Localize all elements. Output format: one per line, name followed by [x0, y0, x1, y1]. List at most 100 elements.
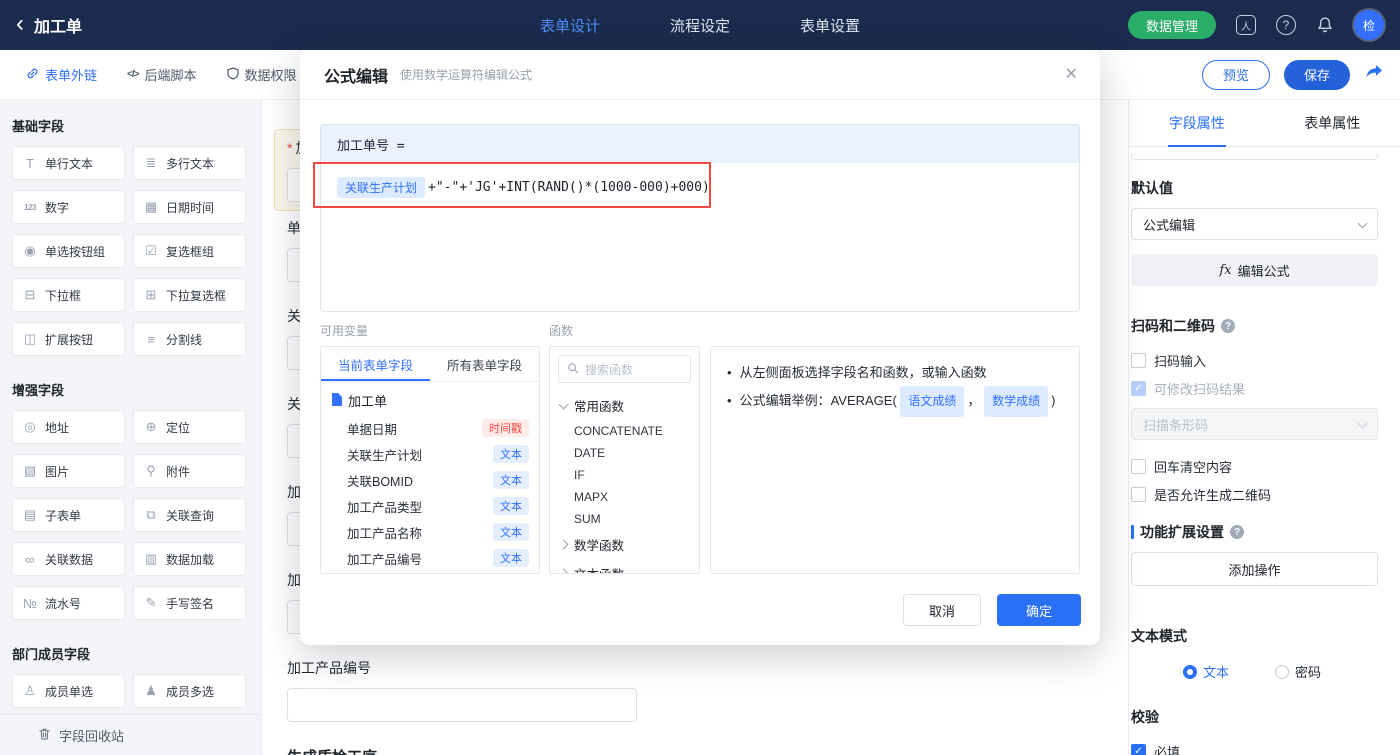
save-button[interactable]: 保存: [1283, 59, 1350, 90]
radio-text[interactable]: 文本: [1183, 662, 1229, 681]
variables-panel: 当前表单字段 所有表单字段 加工单 单据日期 时间戳 关联生产计划 文本 关联BOMID…: [320, 346, 540, 574]
tab-form-properties[interactable]: 表单属性: [1265, 100, 1400, 146]
field-chip[interactable]: 关联生产计划: [337, 177, 426, 198]
form-external-link[interactable]: 表单外链: [26, 65, 97, 84]
variable-item[interactable]: 加工产品名称 文本: [321, 519, 539, 545]
form-node[interactable]: 加工单: [321, 382, 539, 415]
sidebar-section-title: 部门成员字段: [12, 647, 91, 662]
sidebar-field-number[interactable]: 123 数字: [12, 190, 125, 224]
close-icon[interactable]: ✕: [1065, 64, 1078, 84]
share-icon[interactable]: [1364, 63, 1384, 86]
chevron-down-icon: [1357, 218, 1368, 228]
checkbox[interactable]: [1131, 458, 1146, 474]
extend-button-icon: ◫: [23, 331, 37, 346]
function-item[interactable]: CONCATENATE: [550, 420, 699, 442]
data-permission[interactable]: 数据权限: [226, 65, 297, 84]
variable-item[interactable]: 关联BOMID 文本: [321, 467, 539, 493]
cancel-button[interactable]: 取消: [903, 594, 981, 626]
help-line-2: 公式编辑举例：AVERAGE( 语文成绩， 数学成绩): [727, 386, 1063, 417]
add-action-button[interactable]: 添加操作: [1131, 552, 1378, 586]
formula-code: +"-"+'JG'+INT(RAND()*(1000-000)+000): [428, 180, 710, 195]
document-icon: [331, 392, 342, 409]
sidebar-field-member-multi[interactable]: ♟ 成员多选: [133, 674, 246, 708]
barcode-type-select[interactable]: 扫描条形码: [1131, 408, 1378, 440]
sidebar-field-serial-number[interactable]: № 流水号: [12, 586, 125, 620]
modal-title: 公式编辑: [324, 68, 389, 86]
tab-flow-settings[interactable]: 流程设定: [670, 15, 730, 36]
contacts-icon[interactable]: 人: [1236, 15, 1256, 35]
sidebar-field-member-single[interactable]: ♙ 成员单选: [12, 674, 125, 708]
sidebar-field-location[interactable]: ⊕ 定位: [133, 410, 246, 444]
confirm-button[interactable]: 确定: [997, 594, 1081, 626]
sidebar-field-linked-query[interactable]: ⧉ 关联查询: [133, 498, 246, 532]
sidebar-field-divider[interactable]: ≡ 分割线: [133, 322, 246, 356]
text-mode-title: 文本模式: [1131, 628, 1187, 644]
variable-item[interactable]: 单据日期 时间戳: [321, 415, 539, 441]
checkbox-row: 扫码输入: [1131, 346, 1378, 374]
checkbox[interactable]: [1131, 743, 1146, 755]
sidebar-field-data-load[interactable]: ▥ 数据加载: [133, 542, 246, 576]
sidebar-field-linked-data[interactable]: ∞ 关联数据: [12, 542, 125, 576]
sidebar-field-single-line-text[interactable]: T 单行文本: [12, 146, 125, 180]
function-group[interactable]: 常用函数: [550, 391, 699, 420]
tab-field-properties[interactable]: 字段属性: [1129, 100, 1265, 146]
sidebar-field-multi-line-text[interactable]: ≣ 多行文本: [133, 146, 246, 180]
canvas-field-row: 加工产品编号: [287, 658, 637, 722]
tab-all-form-fields[interactable]: 所有表单字段: [430, 347, 539, 381]
toolbar-left: 表单外链 </> 后端脚本 数据权限: [16, 65, 297, 84]
sidebar-field-checkbox-group[interactable]: ☑ 复选框组: [133, 234, 246, 268]
scan-section-title: 扫码和二维码 ?: [1131, 316, 1378, 336]
sidebar-field-datetime[interactable]: ▦ 日期时间: [133, 190, 246, 224]
variable-item[interactable]: 加工产品类型 文本: [321, 493, 539, 519]
data-manage-button[interactable]: 数据管理: [1127, 11, 1216, 39]
sidebar-field-dropdown[interactable]: ⊟ 下拉框: [12, 278, 125, 312]
back-icon[interactable]: ‹: [16, 11, 24, 36]
variable-item[interactable]: 加工产品编号 文本: [321, 545, 539, 571]
canvas-field-input[interactable]: [287, 688, 637, 722]
tab-current-form-fields[interactable]: 当前表单字段: [321, 347, 430, 381]
variable-item[interactable]: 关联生产计划 文本: [321, 441, 539, 467]
data-load-icon: ▥: [144, 551, 158, 566]
formula-content[interactable]: 关联生产计划 +"-"+'JG'+INT(RAND()*(1000-000)+00…: [321, 163, 1079, 212]
function-group[interactable]: 数学函数: [550, 530, 699, 559]
function-search-input[interactable]: 搜索函数: [558, 355, 691, 383]
radio-password[interactable]: 密码: [1275, 662, 1321, 681]
sidebar-field-subform[interactable]: ▤ 子表单: [12, 498, 125, 532]
sidebar-field-address[interactable]: ◎ 地址: [12, 410, 125, 444]
function-item[interactable]: DATE: [550, 442, 699, 464]
properties-body: 默认值 公式编辑 fx 编辑公式 扫码和二维码 ? 扫码输入可修改扫码结果 扫描…: [1129, 147, 1400, 755]
formula-editor-box[interactable]: 加工单号 = 关联生产计划 +"-"+'JG'+INT(RAND()*(1000-…: [320, 124, 1080, 312]
function-item[interactable]: MAPX: [550, 486, 699, 508]
app-title: 加工单: [34, 19, 83, 36]
preview-button[interactable]: 预览: [1201, 59, 1270, 90]
checkbox-group-icon: ☑: [145, 243, 157, 258]
sidebar-field-signature[interactable]: ✎ 手写签名: [133, 586, 246, 620]
checkbox[interactable]: [1131, 380, 1146, 396]
sidebar-field-radio-group[interactable]: ◉ 单选按钮组: [12, 234, 125, 268]
divider-icon: ≡: [147, 331, 155, 347]
question-icon[interactable]: ?: [1230, 525, 1244, 539]
tab-form-settings[interactable]: 表单设置: [800, 15, 860, 36]
default-value-select[interactable]: 公式编辑: [1131, 208, 1378, 240]
sidebar-field-extend-button[interactable]: ◫ 扩展按钮: [12, 322, 125, 356]
function-group[interactable]: 文本函数: [550, 559, 699, 573]
sidebar-field-image[interactable]: ▧ 图片: [12, 454, 125, 488]
member-single-icon: ♙: [24, 683, 36, 698]
avatar[interactable]: 检: [1354, 10, 1384, 40]
backend-script[interactable]: </> 后端脚本: [127, 65, 196, 84]
function-item[interactable]: SUM: [550, 508, 699, 530]
help-icon[interactable]: ?: [1276, 15, 1296, 35]
tab-form-design[interactable]: 表单设计: [540, 15, 600, 36]
sidebar-field-dropdown-multi[interactable]: ⊞ 下拉复选框: [133, 278, 246, 312]
sidebar-field-attachment[interactable]: ⚲ 附件: [133, 454, 246, 488]
checkbox[interactable]: [1131, 486, 1146, 502]
field-palette-sidebar: 基础字段 T 单行文本 ≣ 多行文本 123 数字 ▦ 日期时间 ◉ 单选按钮组 ☑ 复选框组 ⊟ 下拉框 ⊞…: [0, 100, 262, 755]
bell-icon[interactable]: [1316, 16, 1334, 34]
text-mode-radios: 文本 密码: [1131, 662, 1378, 681]
function-item[interactable]: IF: [550, 464, 699, 486]
edit-formula-button[interactable]: fx 编辑公式: [1131, 254, 1378, 286]
checkbox[interactable]: [1131, 352, 1146, 368]
field-recycle-bin[interactable]: 字段回收站: [0, 714, 261, 755]
image-icon: ▧: [23, 463, 37, 478]
question-icon[interactable]: ?: [1221, 319, 1235, 333]
